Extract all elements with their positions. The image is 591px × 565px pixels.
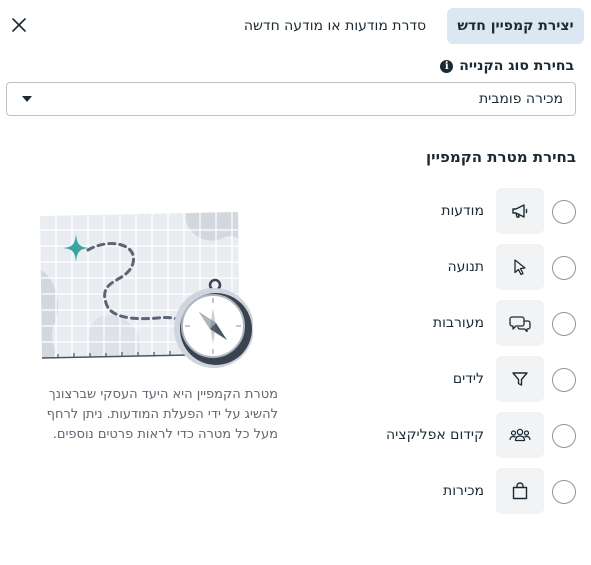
- close-button[interactable]: [8, 14, 30, 36]
- objective-icon-box: [496, 412, 544, 458]
- objective-app-promotion[interactable]: קידום אפליקציה: [370, 412, 580, 460]
- objective-label: מודעות: [441, 203, 484, 219]
- objective-label: מעורבות: [432, 315, 484, 331]
- tab-new-adset-or-ad[interactable]: סדרת מודעות או מודעה חדשה: [237, 8, 433, 44]
- objective-icon-box: [496, 356, 544, 402]
- objective-radio[interactable]: [552, 424, 576, 448]
- objective-icon-box: [496, 468, 544, 514]
- buying-type-select[interactable]: מכירה פומבית: [6, 82, 576, 116]
- buying-type-label-text: בחירת סוג הקנייה: [459, 58, 574, 74]
- objective-radio[interactable]: [552, 480, 576, 504]
- buying-type-selected-value: מכירה פומבית: [478, 91, 563, 107]
- buying-type-label: בחירת סוג הקנייה i: [440, 58, 574, 74]
- objective-label: מכירות: [443, 483, 484, 499]
- objective-awareness[interactable]: מודעות: [370, 188, 580, 236]
- objective-radio[interactable]: [552, 256, 576, 280]
- objective-section-title: בחירת מטרת הקמפיין: [426, 148, 576, 166]
- info-icon[interactable]: i: [440, 59, 454, 73]
- chat-bubbles-icon: [509, 316, 531, 333]
- close-icon: [12, 18, 26, 32]
- top-bar: יצירת קמפיין חדש סדרת מודעות או מודעה חד…: [0, 0, 591, 52]
- objective-label: לידים: [452, 371, 484, 387]
- objective-radio[interactable]: [552, 200, 576, 224]
- megaphone-icon: [512, 204, 528, 218]
- caret-down-icon: [22, 96, 32, 102]
- objective-sales[interactable]: מכירות: [370, 468, 580, 516]
- map-illustration-svg: [40, 212, 254, 368]
- objective-icon-box: [496, 188, 544, 234]
- people-icon: [509, 428, 531, 442]
- shopping-bag-icon: [512, 482, 528, 500]
- objective-engagement[interactable]: מעורבות: [370, 300, 580, 348]
- funnel-icon: [512, 372, 528, 386]
- objective-label: תנועה: [447, 259, 484, 275]
- objective-traffic[interactable]: תנועה: [370, 244, 580, 292]
- objective-icon-box: [496, 300, 544, 346]
- objective-label: קידום אפליקציה: [386, 427, 484, 443]
- cursor-icon: [514, 259, 526, 276]
- objective-radio[interactable]: [552, 312, 576, 336]
- map-compass-illustration: [38, 208, 254, 368]
- objective-radio[interactable]: [552, 368, 576, 392]
- objective-leads[interactable]: לידים: [370, 356, 580, 404]
- objective-description: מטרת הקמפיין היא היעד העסקי שברצונך להשי…: [46, 387, 278, 442]
- tab-new-campaign[interactable]: יצירת קמפיין חדש: [447, 8, 584, 44]
- objective-icon-box: [496, 244, 544, 290]
